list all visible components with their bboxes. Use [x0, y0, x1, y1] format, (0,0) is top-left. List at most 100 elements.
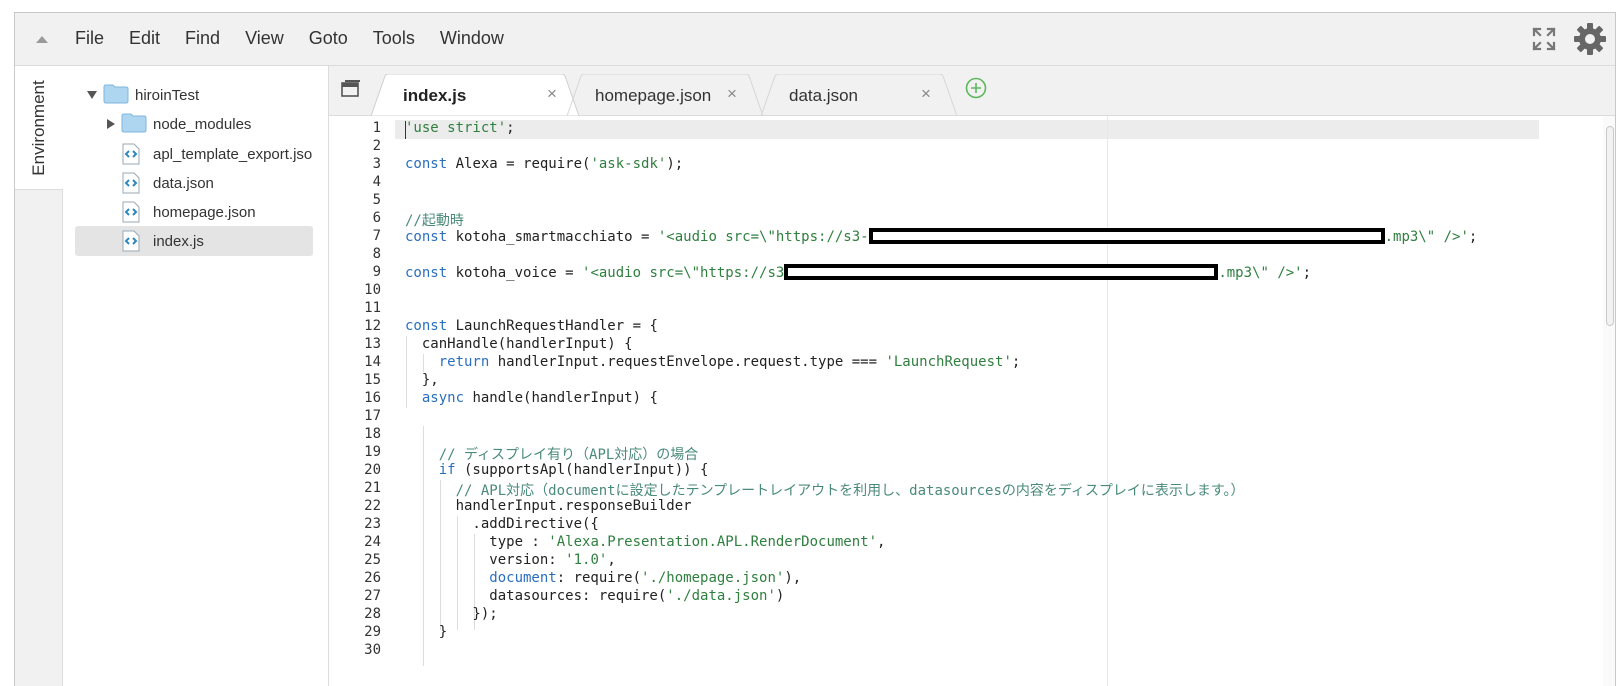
- tab-label: homepage.json: [595, 86, 712, 105]
- environment-tab[interactable]: Environment: [15, 66, 63, 190]
- line-number: 17: [364, 408, 381, 424]
- menu-find[interactable]: Find: [185, 28, 220, 49]
- tree-item-index-js[interactable]: index.js: [75, 226, 313, 256]
- fullscreen-icon[interactable]: [1531, 26, 1557, 52]
- vertical-scrollbar[interactable]: [1603, 116, 1615, 686]
- code-editor[interactable]: 1 2 3 4 5 6 7 8 9 10 11 12 13 14 15 16 1…: [329, 116, 1615, 686]
- menu-file[interactable]: File: [75, 28, 104, 49]
- code-token: return: [405, 354, 490, 370]
- code-line-29: }: [405, 624, 448, 640]
- menu-bar: File Edit Find View Goto Tools Window: [15, 13, 1615, 66]
- tree-root-hirointest[interactable]: hiroinTest: [75, 80, 313, 110]
- code-line-26: document: require('./homepage.json'),: [405, 570, 801, 586]
- line-number: 4: [372, 174, 381, 190]
- file-tree: hiroinTest node_modules apl_template_exp…: [63, 66, 329, 686]
- line-number: 20: [364, 462, 381, 478]
- line-number: 11: [364, 300, 381, 316]
- code-token: : require(: [556, 570, 642, 586]
- code-token: ),: [784, 570, 802, 586]
- line-number: 16: [364, 390, 381, 406]
- code-token: ;: [1011, 354, 1021, 370]
- code-token: handle(handlerInput) {: [464, 390, 658, 406]
- tab-index-js[interactable]: index.js ×: [371, 74, 579, 116]
- tree-item-node-modules[interactable]: node_modules: [75, 109, 313, 139]
- line-number: 9: [372, 264, 381, 280]
- code-line-25: version: '1.0',: [405, 552, 615, 568]
- code-token: const: [405, 156, 448, 172]
- code-token: .mp3\" />': [1384, 229, 1469, 245]
- tab-homepage-json[interactable]: homepage.json ×: [567, 74, 763, 116]
- menu-items: File Edit Find View Goto Tools Window: [75, 28, 529, 49]
- code-token: (supportsApl(handlerInput)) {: [455, 462, 709, 478]
- code-line-7: const kotoha_smartmacchiato = '<audio sr…: [405, 228, 1477, 245]
- code-token: ;: [1302, 265, 1312, 281]
- tree-item-apl-template-export[interactable]: apl_template_export.json: [75, 139, 313, 169]
- close-tab-icon[interactable]: ×: [727, 84, 737, 104]
- code-token: document: [405, 570, 557, 586]
- menu-view[interactable]: View: [245, 28, 284, 49]
- line-number: 14: [364, 354, 381, 370]
- code-line-20: if (supportsApl(handlerInput)) {: [405, 462, 709, 478]
- code-token: kotoha_smartmacchiato =: [447, 229, 658, 245]
- tab-list-icon[interactable]: [341, 80, 361, 98]
- code-line-28: });: [405, 606, 498, 622]
- menu-goto[interactable]: Goto: [309, 28, 348, 49]
- code-line-3: const Alexa = require('ask-sdk');: [405, 156, 683, 172]
- line-number: 18: [364, 426, 381, 442]
- line-number: 30: [364, 642, 381, 658]
- close-tab-icon[interactable]: ×: [921, 84, 931, 104]
- code-token: datasources: require(: [405, 588, 667, 604]
- code-token: const: [405, 229, 448, 245]
- line-number: 7: [372, 228, 381, 244]
- tree-item-homepage-json[interactable]: homepage.json: [75, 197, 313, 227]
- menu-tools[interactable]: Tools: [373, 28, 415, 49]
- folder-icon: [103, 84, 129, 104]
- folder-icon: [121, 113, 147, 133]
- environment-tab-label: Environment: [29, 80, 48, 176]
- code-comment: // ディスプレイ有り（APL対応）の場合: [405, 447, 699, 463]
- code-token: handlerInput.requestEnvelope.request.typ…: [489, 354, 886, 370]
- code-line-1: 'use strict';: [405, 120, 515, 136]
- tree-label: apl_template_export.json: [153, 145, 313, 163]
- collapsed-arrow-icon[interactable]: [107, 119, 115, 129]
- line-number: 2: [372, 138, 381, 154]
- line-number: 22: [364, 498, 381, 514]
- code-token: ,: [877, 534, 886, 550]
- line-gutter: 1 2 3 4 5 6 7 8 9 10 11 12 13 14 15 16 1…: [329, 116, 395, 686]
- code-line-13: canHandle(handlerInput) {: [405, 336, 633, 352]
- active-line-highlight: [395, 120, 1539, 139]
- tree-label: node_modules: [153, 115, 252, 133]
- line-number: 25: [364, 552, 381, 568]
- add-tab-icon[interactable]: [965, 77, 987, 99]
- collapse-up-icon[interactable]: [35, 33, 49, 47]
- redaction-box: [784, 264, 1219, 280]
- line-number: 13: [364, 336, 381, 352]
- line-number: 3: [372, 156, 381, 172]
- line-number: 5: [372, 192, 381, 208]
- code-line-12: const LaunchRequestHandler = {: [405, 318, 658, 334]
- code-token: const: [405, 318, 448, 334]
- code-token: if: [405, 462, 456, 478]
- code-line-9: const kotoha_voice = '<audio src=\"https…: [405, 264, 1311, 281]
- scrollbar-thumb[interactable]: [1606, 126, 1614, 326]
- code-line-16: async handle(handlerInput) {: [405, 390, 658, 406]
- code-token: './data.json': [666, 588, 776, 604]
- tree-label: homepage.json: [153, 203, 256, 221]
- expanded-arrow-icon[interactable]: [87, 91, 97, 99]
- menu-edit[interactable]: Edit: [129, 28, 160, 49]
- tab-label: index.js: [403, 86, 467, 105]
- close-tab-icon[interactable]: ×: [547, 84, 557, 104]
- code-token: Alexa = require(: [447, 156, 591, 172]
- menu-window[interactable]: Window: [440, 28, 504, 49]
- line-number: 6: [372, 210, 381, 226]
- line-number: 12: [364, 318, 381, 334]
- tree-item-data-json[interactable]: data.json: [75, 168, 313, 198]
- code-token: LaunchRequestHandler = {: [447, 318, 658, 334]
- tab-data-json[interactable]: data.json ×: [761, 74, 957, 116]
- code-line-14: return handlerInput.requestEnvelope.requ…: [405, 354, 1021, 370]
- code-line-19: // ディスプレイ有り（APL対応）の場合: [405, 444, 699, 464]
- code-file-icon: [122, 143, 140, 165]
- code-token: const: [405, 265, 448, 281]
- gear-icon[interactable]: [1573, 22, 1607, 56]
- code-line-21: // APL対応（documentに設定したテンプレートレイアウトを利用し、da…: [405, 480, 1245, 500]
